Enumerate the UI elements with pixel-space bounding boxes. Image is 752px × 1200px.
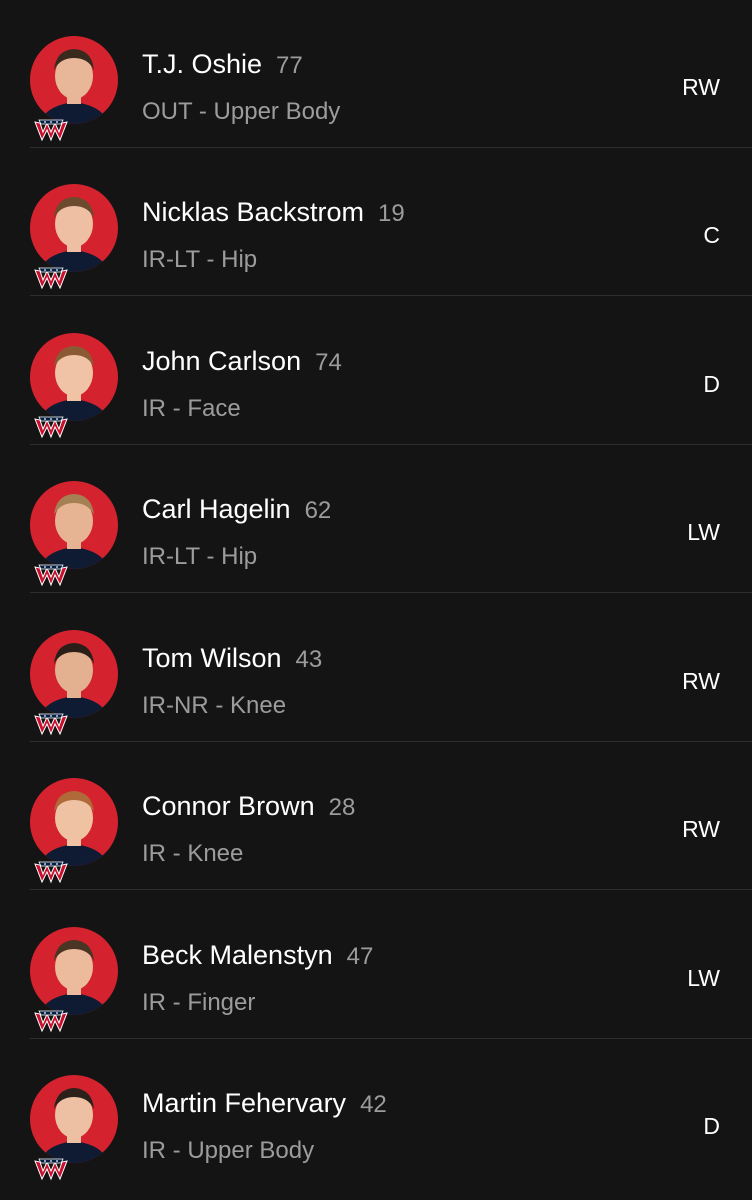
player-row[interactable]: Connor Brown 28 IR - Knee RW [0, 742, 752, 890]
injury-status: IR - Finger [142, 989, 256, 1016]
player-number: 62 [304, 497, 332, 524]
player-avatar [30, 927, 118, 1015]
player-avatar [30, 1075, 118, 1163]
injury-list: T.J. Oshie 77 OUT - Upper Body RW Nicklas… [0, 0, 752, 1200]
player-number: 19 [378, 200, 405, 227]
player-avatar [30, 36, 118, 124]
player-number: 43 [295, 646, 323, 673]
player-name: Tom Wilson 43 [142, 643, 323, 673]
player-number: 28 [328, 794, 356, 821]
player-name: T.J. Oshie 77 [142, 49, 303, 79]
player-position: D [703, 371, 720, 397]
player-position: LW [687, 519, 720, 545]
player-name: Martin Fehervary 42 [142, 1088, 387, 1118]
player-avatar [30, 481, 118, 569]
player-position: D [703, 1113, 720, 1139]
player-number: 47 [346, 943, 374, 970]
player-row[interactable]: Martin Fehervary 42 IR - Upper Body D [0, 1039, 752, 1187]
player-row[interactable]: John Carlson 74 IR - Face D [0, 297, 752, 445]
injury-status: IR - Face [142, 395, 241, 422]
row-divider [30, 889, 752, 890]
player-name: John Carlson 74 [142, 346, 342, 376]
capitals-logo-icon [34, 713, 68, 736]
player-avatar [30, 184, 118, 272]
player-row[interactable]: T.J. Oshie 77 OUT - Upper Body RW [0, 0, 752, 148]
player-row[interactable]: Carl Hagelin 62 IR-LT - Hip LW [0, 445, 752, 593]
capitals-logo-icon [34, 1158, 68, 1181]
player-number: 42 [360, 1091, 387, 1118]
capitals-logo-icon [34, 267, 68, 290]
injury-status: OUT - Upper Body [142, 98, 341, 125]
player-number: 74 [315, 349, 342, 376]
capitals-logo-icon [34, 1010, 68, 1033]
row-divider [30, 592, 752, 593]
player-name: Beck Malenstyn 47 [142, 940, 374, 970]
player-avatar [30, 630, 118, 718]
player-position: RW [682, 668, 720, 694]
injury-status: IR - Knee [142, 840, 244, 867]
player-name: Carl Hagelin 62 [142, 494, 332, 524]
injury-status: IR-LT - Hip [142, 543, 258, 570]
injury-status: IR-LT - Hip [142, 246, 258, 273]
row-divider [30, 295, 752, 296]
injury-status: IR-NR - Knee [142, 692, 287, 719]
player-position: RW [682, 74, 720, 100]
player-avatar [30, 778, 118, 866]
capitals-logo-icon [34, 119, 68, 142]
player-name: Connor Brown 28 [142, 791, 356, 821]
player-row[interactable]: Nicklas Backstrom 19 IR-LT - Hip C [0, 148, 752, 296]
capitals-logo-icon [34, 416, 68, 439]
player-row[interactable]: Tom Wilson 43 IR-NR - Knee RW [0, 594, 752, 742]
capitals-logo-icon [34, 564, 68, 587]
player-row[interactable]: Beck Malenstyn 47 IR - Finger LW [0, 891, 752, 1039]
player-name: Nicklas Backstrom 19 [142, 197, 405, 227]
injury-status: IR - Upper Body [142, 1137, 315, 1164]
player-avatar [30, 333, 118, 421]
player-number: 77 [276, 52, 303, 79]
capitals-logo-icon [34, 861, 68, 884]
player-position: LW [687, 965, 720, 991]
player-position: RW [682, 816, 720, 842]
player-position: C [703, 222, 720, 248]
